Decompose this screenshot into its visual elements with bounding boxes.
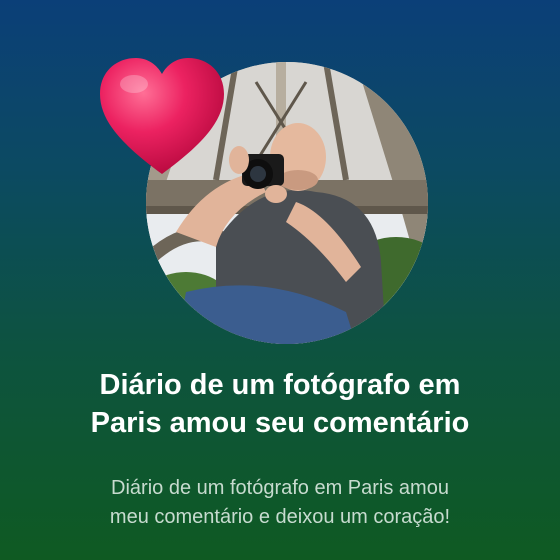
body-line-1: Diário de um fotógrafo em Paris amou [111, 477, 449, 499]
title-line-2: Paris amou seu comentário [90, 407, 470, 439]
body-line-2: meu comentário e deixou um coração! [109, 506, 451, 528]
heart-icon [96, 54, 228, 178]
title-line-1: Diário de um fotógrafo em [99, 369, 461, 401]
notification-body: Diário de um fotógrafo em Paris amou meu… [20, 474, 540, 532]
reaction-card: Diário de um fotógrafo em Paris amou seu… [0, 0, 560, 560]
notification-title: Diário de um fotógrafo em Paris amou seu… [20, 366, 540, 442]
